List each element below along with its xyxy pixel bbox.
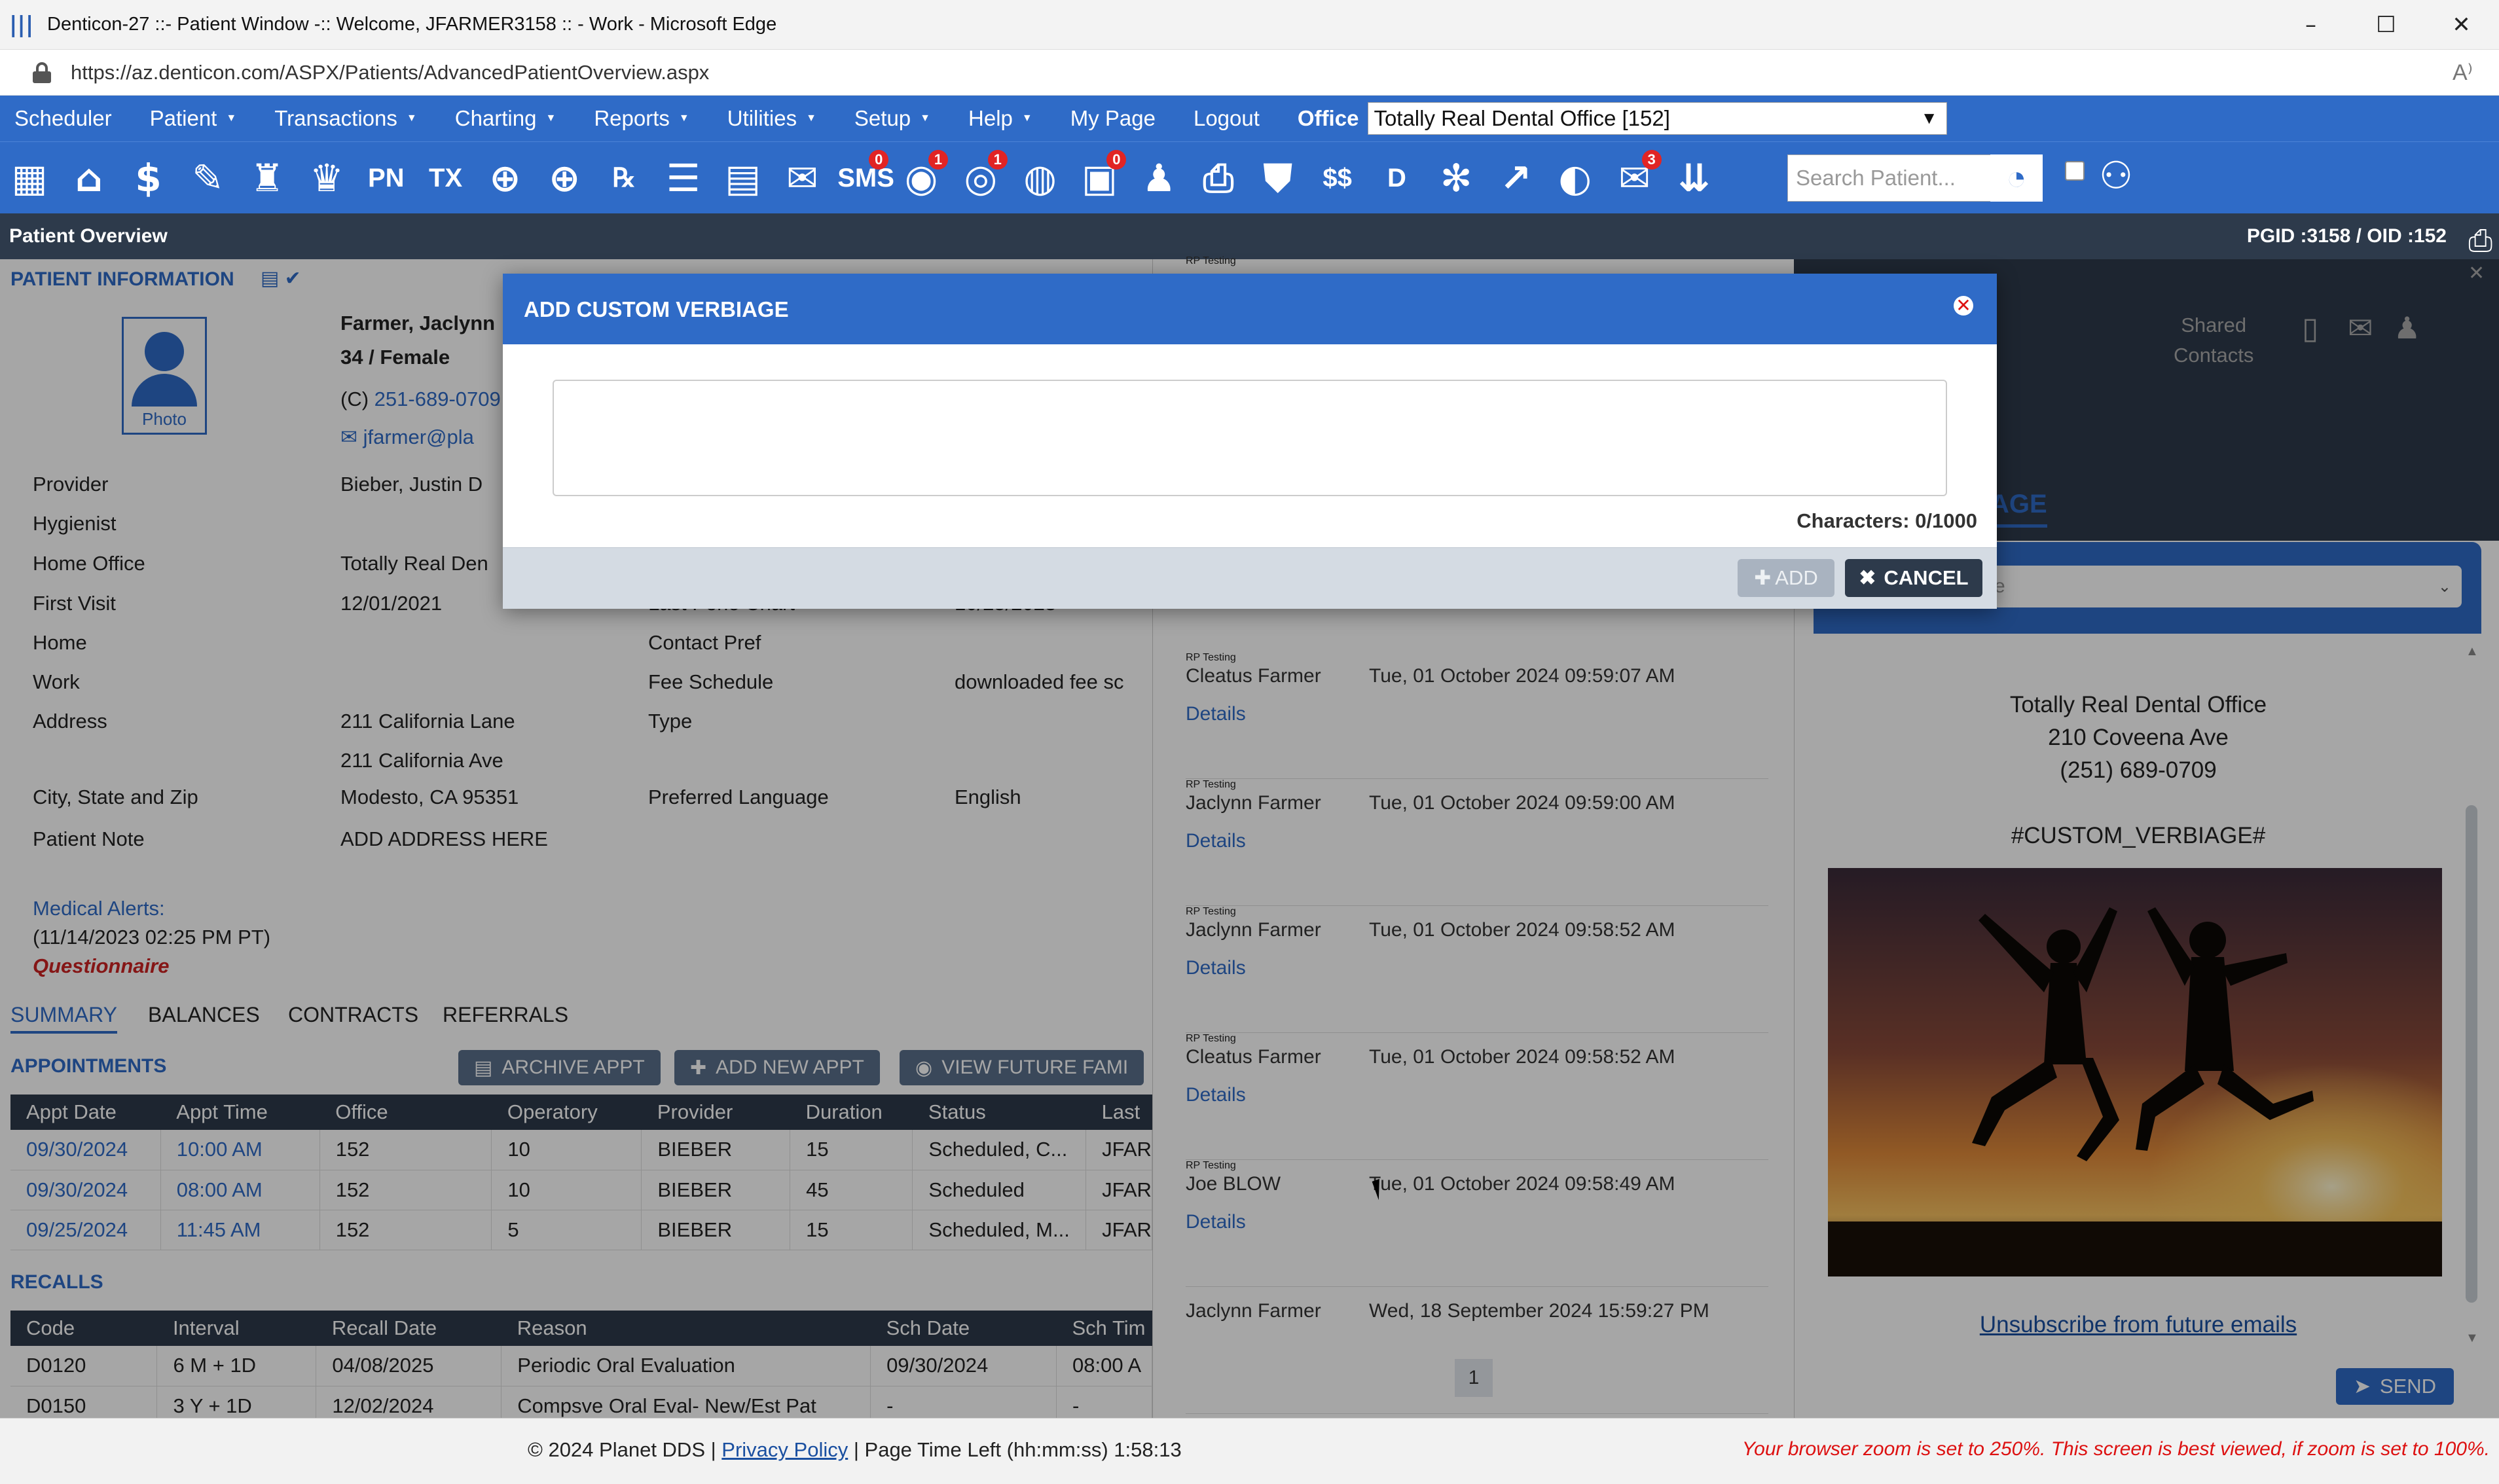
- toolbar-checkbox[interactable]: [2065, 161, 2085, 181]
- clipboard-icon[interactable]: ▣ 0: [1075, 150, 1127, 202]
- dialog-header: ADD CUSTOM VERBIAGE ✕: [503, 274, 1997, 344]
- caret-down-icon: ▼: [1021, 113, 1032, 124]
- read-aloud-icon[interactable]: A⁾: [2453, 60, 2473, 86]
- collapse-icon[interactable]: ⇊: [1669, 154, 1718, 202]
- nav-item-transactions[interactable]: Transactions ▼: [274, 106, 417, 131]
- web-users-icon[interactable]: ◉ 1: [897, 150, 948, 202]
- tooth-icon[interactable]: ♛: [302, 154, 351, 202]
- tx-icon[interactable]: TX: [422, 154, 470, 202]
- nav-item-patient[interactable]: Patient ▼: [150, 106, 237, 131]
- address-bar[interactable]: https://az.denticon.com/ASPX/Patients/Ad…: [0, 50, 2499, 96]
- caret-down-icon: ▼: [545, 113, 556, 124]
- home-icon[interactable]: ⌂: [65, 154, 113, 202]
- add-user-alt-icon[interactable]: ⊕: [540, 154, 589, 202]
- office-label: Office: [1297, 106, 1359, 130]
- caret-down-icon: ▼: [678, 113, 689, 124]
- ledger-icon[interactable]: D: [1372, 154, 1421, 202]
- caret-down-icon: ▼: [226, 113, 237, 124]
- cancel-button[interactable]: ✖ CANCEL: [1845, 559, 1982, 597]
- printer-icon[interactable]: ⎙: [1194, 154, 1243, 202]
- character-count: Characters: 0/1000: [1797, 509, 1977, 532]
- dollar-icon[interactable]: $: [124, 154, 173, 202]
- footer-copyright: © 2024 Planet DDS | Privacy Policy | Pag…: [528, 1438, 1182, 1461]
- privacy-policy-link[interactable]: Privacy Policy: [721, 1438, 848, 1461]
- analytics-icon[interactable]: ↗: [1491, 154, 1540, 202]
- add-custom-verbiage-dialog: ADD CUSTOM VERBIAGE ✕ Characters: 0/1000…: [503, 274, 1997, 609]
- claims-icon[interactable]: $$: [1313, 154, 1362, 202]
- sms-icon[interactable]: SMS 0: [837, 150, 894, 202]
- notes-icon[interactable]: ☰: [659, 154, 708, 202]
- minimize-button[interactable]: –: [2273, 0, 2348, 50]
- notification-badge: 0: [869, 150, 889, 170]
- nav-item-my-page[interactable]: My Page: [1070, 106, 1156, 131]
- notification-badge: 3: [1641, 150, 1662, 170]
- browser-title-bar: ||| Denticon-27 ::- Patient Window -:: W…: [0, 0, 2499, 50]
- window-title: Denticon-27 ::- Patient Window -:: Welco…: [47, 14, 777, 35]
- plus-icon: ✚: [1754, 566, 1772, 589]
- maximize-button[interactable]: ☐: [2348, 0, 2424, 50]
- pn-icon[interactable]: PN: [362, 154, 410, 202]
- nav-item-utilities[interactable]: Utilities ▼: [727, 106, 816, 131]
- profile-icon[interactable]: ◐: [1551, 154, 1599, 202]
- page-title: Patient Overview: [9, 225, 168, 247]
- print-icon[interactable]: ⎙: [2468, 223, 2492, 259]
- prescription-icon[interactable]: ℞: [600, 154, 648, 202]
- edit-icon[interactable]: ✎: [183, 154, 232, 202]
- nav-item-help[interactable]: Help ▼: [968, 106, 1032, 131]
- dialog-title: ADD CUSTOM VERBIAGE: [524, 297, 789, 321]
- insurance-icon[interactable]: ⛊: [1254, 154, 1302, 202]
- notification-badge: 1: [987, 150, 1008, 170]
- support-icon[interactable]: ◎ 1: [957, 150, 1008, 202]
- caret-down-icon: ▼: [406, 113, 417, 124]
- document-icon[interactable]: ▤: [719, 154, 767, 202]
- add-user-icon[interactable]: ⊕: [481, 154, 529, 202]
- close-window-button[interactable]: ✕: [2424, 0, 2499, 50]
- caret-down-icon: ▼: [806, 113, 816, 124]
- notification-badge: 1: [928, 150, 948, 170]
- network-icon[interactable]: ✻: [1432, 154, 1480, 202]
- url-text[interactable]: https://az.denticon.com/ASPX/Patients/Ad…: [71, 61, 709, 84]
- mail-icon[interactable]: ✉: [778, 154, 826, 202]
- tooth-chart-icon[interactable]: ♜: [243, 154, 291, 202]
- page-footer: © 2024 Planet DDS | Privacy Policy | Pag…: [0, 1418, 2499, 1484]
- page-header: Patient Overview PGID :3158 / OID :152 ⎙: [0, 213, 2499, 259]
- calendar-icon[interactable]: ▦: [5, 154, 54, 202]
- pgid-text: PGID :3158 / OID :152: [2246, 225, 2447, 247]
- group-search-icon[interactable]: ⚇: [2089, 153, 2143, 202]
- zoom-warning: Your browser zoom is set to 250%. This s…: [1742, 1438, 2490, 1460]
- caret-down-icon: ▼: [1920, 108, 1938, 128]
- lock-icon[interactable]: [33, 62, 51, 83]
- close-icon[interactable]: ✕: [1954, 296, 1973, 316]
- add-button[interactable]: ✚ ADD: [1738, 559, 1834, 597]
- notification-badge: 0: [1106, 150, 1127, 170]
- office-select[interactable]: Totally Real Dental Office [152] ▼: [1368, 102, 1948, 135]
- custom-verbiage-textarea[interactable]: [553, 380, 1947, 496]
- caret-down-icon: ▼: [920, 113, 931, 124]
- app-logo-icon: |||: [9, 11, 34, 38]
- patient-search-icon[interactable]: ◔: [1990, 154, 2043, 202]
- close-icon: ✖: [1859, 566, 1876, 589]
- messages-icon[interactable]: ✉ 3: [1611, 150, 1662, 202]
- family-icon[interactable]: ♟: [1135, 154, 1183, 202]
- nav-item-scheduler[interactable]: Scheduler: [14, 106, 112, 131]
- main-nav: Scheduler Patient ▼ Transactions ▼ Charting ▼ R…: [0, 96, 2499, 141]
- nav-item-logout[interactable]: Logout: [1194, 106, 1260, 131]
- nav-item-reports[interactable]: Reports ▼: [594, 106, 689, 131]
- nav-item-setup[interactable]: Setup ▼: [854, 106, 930, 131]
- nav-item-charting[interactable]: Charting ▼: [455, 106, 556, 131]
- globe-icon[interactable]: ◍: [1016, 154, 1065, 202]
